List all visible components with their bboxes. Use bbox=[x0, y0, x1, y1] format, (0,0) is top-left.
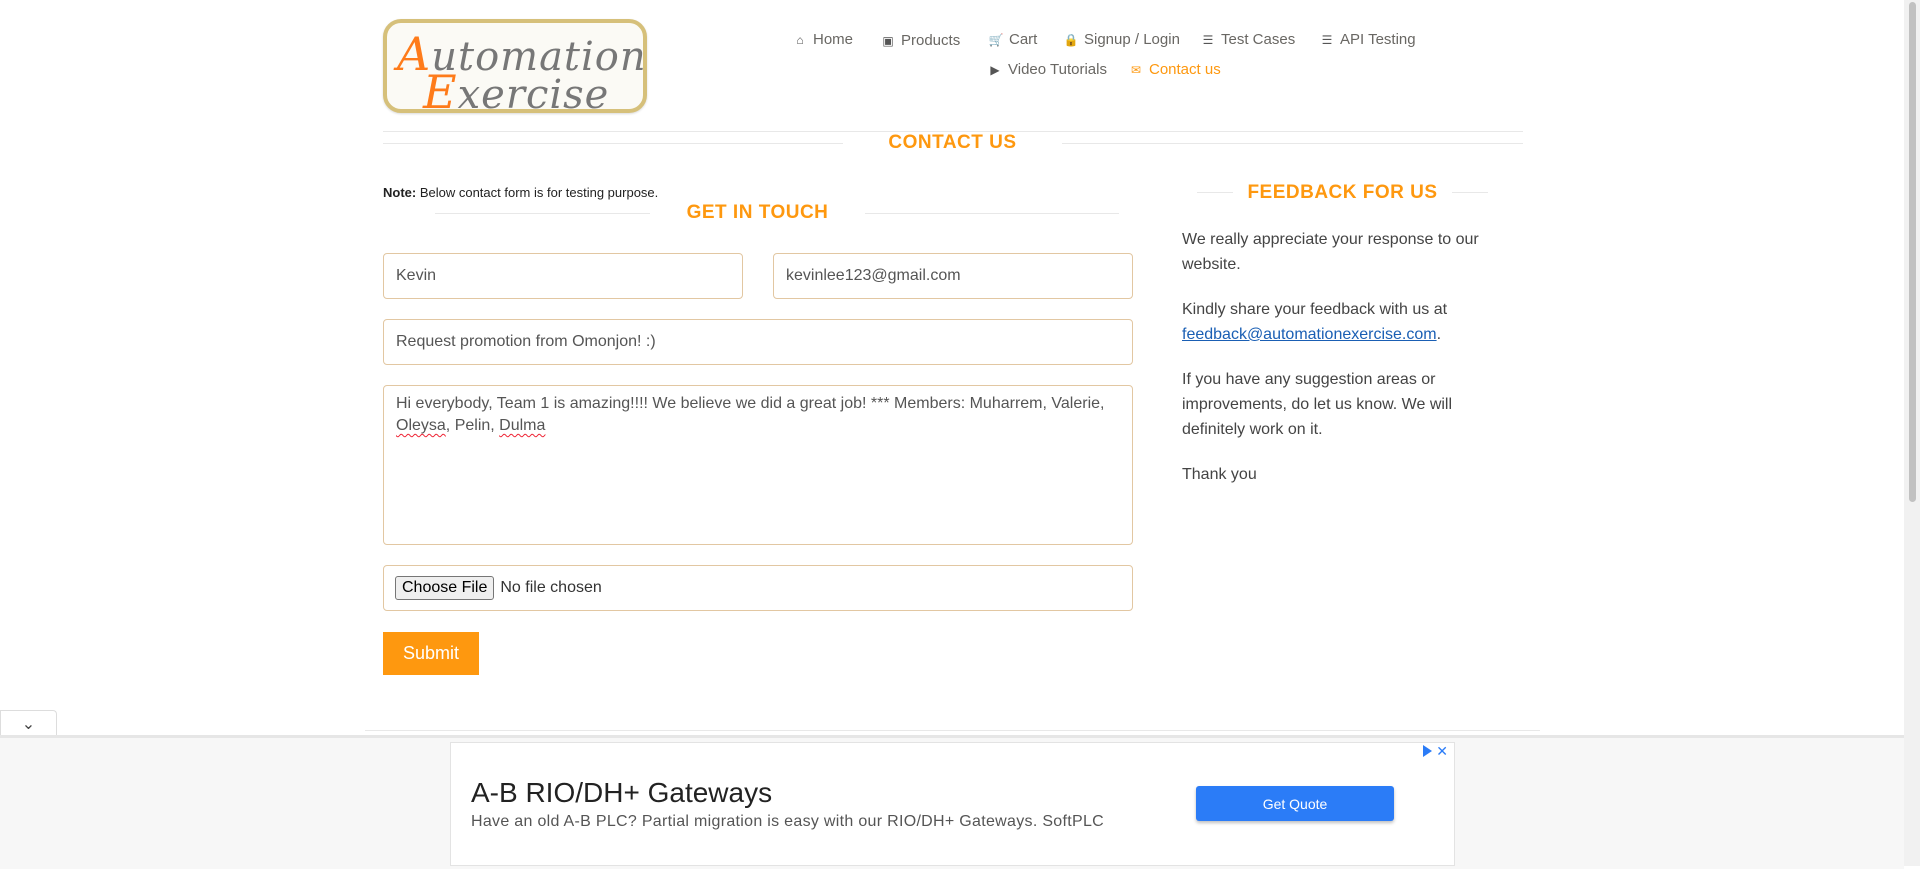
products-icon: ▣ bbox=[882, 33, 894, 48]
envelope-icon: ✉ bbox=[1130, 62, 1142, 77]
name-input[interactable] bbox=[383, 253, 743, 299]
close-icon[interactable]: ✕ bbox=[1436, 743, 1448, 760]
file-status: No file chosen bbox=[500, 579, 602, 596]
divider bbox=[435, 213, 650, 214]
feedback-paragraph: If you have any suggestion areas or impr… bbox=[1182, 371, 1453, 438]
misspelled-word: Oleysa bbox=[396, 417, 446, 434]
submit-button[interactable]: Submit bbox=[383, 632, 479, 675]
cart-icon: 🛒 bbox=[988, 32, 1004, 47]
feedback-email-link[interactable]: feedback@automationexercise.com bbox=[1182, 326, 1437, 343]
nav-home[interactable]: ⌂ Home bbox=[791, 31, 853, 48]
email-input[interactable] bbox=[773, 253, 1133, 299]
nav-products[interactable]: ▣ Products bbox=[879, 32, 960, 49]
chevron-down-icon: ⌄ bbox=[21, 715, 36, 733]
page-title: CONTACT US bbox=[888, 132, 1017, 153]
nav-cart[interactable]: 🛒 Cart bbox=[987, 31, 1038, 48]
get-in-touch-title: GET IN TOUCH bbox=[686, 202, 829, 223]
site-logo[interactable]: Automation Exercise bbox=[383, 19, 647, 119]
choose-file-button[interactable]: Choose File bbox=[395, 576, 495, 600]
list-icon: ☰ bbox=[1202, 32, 1214, 47]
nav-api-testing[interactable]: ☰ API Testing bbox=[1318, 31, 1416, 48]
ad-unit[interactable]: ✕ A-B RIO/DH+ Gateways Have an old A-B P… bbox=[450, 742, 1455, 866]
file-upload-field[interactable]: Choose File No file chosen bbox=[383, 565, 1133, 611]
nav-video-tutorials[interactable]: ▶ Video Tutorials bbox=[986, 61, 1107, 78]
form-note: Note: Below contact form is for testing … bbox=[383, 185, 659, 200]
lock-icon: 🔒 bbox=[1063, 32, 1079, 47]
divider bbox=[1062, 143, 1523, 144]
collapse-ad-button[interactable]: ⌄ bbox=[0, 710, 57, 736]
divider bbox=[383, 143, 843, 144]
message-textarea[interactable]: Hi everybody, Team 1 is amazing!!!! We b… bbox=[383, 385, 1133, 545]
misspelled-word: Dulma bbox=[499, 417, 546, 434]
scrollbar-thumb[interactable] bbox=[1909, 2, 1916, 502]
nav-signup-login[interactable]: 🔒 Signup / Login bbox=[1062, 31, 1180, 48]
feedback-paragraph: Thank you bbox=[1182, 466, 1257, 483]
nav-test-cases[interactable]: ☰ Test Cases bbox=[1199, 31, 1296, 48]
youtube-icon: ▶ bbox=[990, 62, 1000, 77]
home-icon: ⌂ bbox=[796, 32, 804, 47]
feedback-title: FEEDBACK FOR US bbox=[1247, 182, 1438, 203]
subject-input[interactable] bbox=[383, 319, 1133, 365]
get-quote-button[interactable]: Get Quote bbox=[1196, 786, 1394, 821]
list-icon: ☰ bbox=[1321, 32, 1333, 47]
ad-choices-icon[interactable] bbox=[1423, 745, 1432, 757]
logo-line-2: Exercise bbox=[423, 65, 610, 119]
feedback-paragraph: Kindly share your feedback with us at fe… bbox=[1182, 301, 1448, 343]
ad-description: Have an old A-B PLC? Partial migration i… bbox=[471, 813, 1105, 830]
divider bbox=[1452, 192, 1488, 193]
nav-contact-us[interactable]: ✉ Contact us bbox=[1127, 61, 1221, 78]
ad-title[interactable]: A-B RIO/DH+ Gateways bbox=[471, 777, 772, 809]
feedback-paragraph: We really appreciate your response to ou… bbox=[1182, 231, 1479, 273]
divider bbox=[365, 730, 1540, 731]
divider bbox=[1197, 192, 1233, 193]
divider bbox=[865, 213, 1119, 214]
